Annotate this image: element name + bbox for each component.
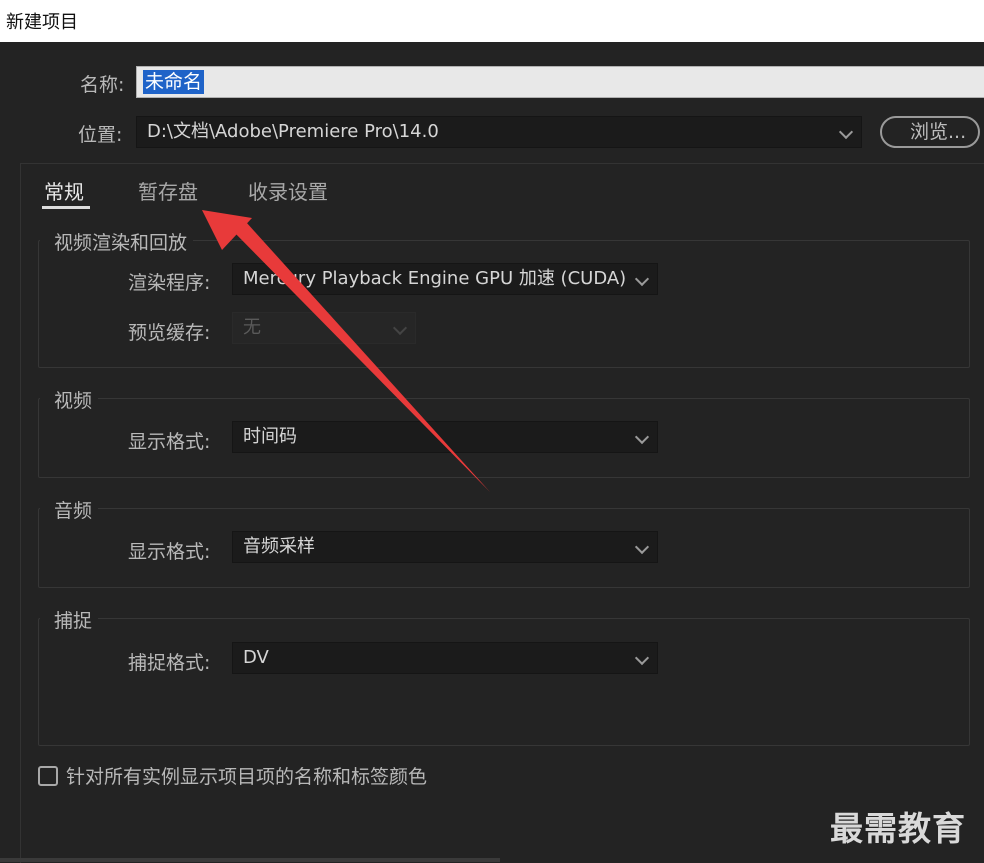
watermark-text: 最需教育 xyxy=(830,809,966,848)
annotation-arrow-shaft xyxy=(230,222,490,492)
bottom-divider xyxy=(0,858,500,862)
annotation-arrow-icon xyxy=(202,210,490,492)
